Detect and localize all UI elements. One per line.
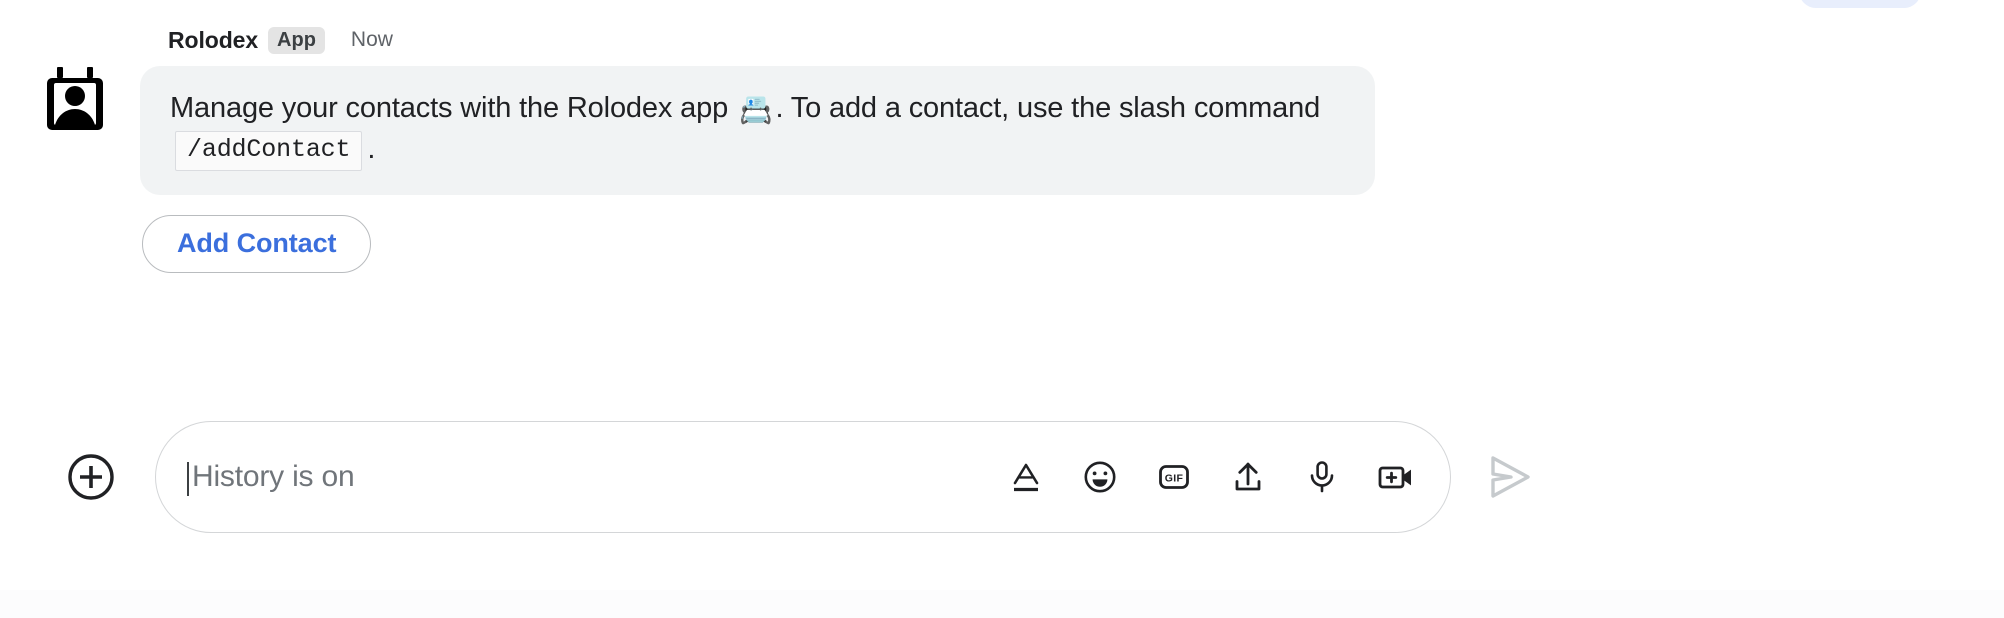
format-text-icon[interactable] [1006, 457, 1046, 497]
svg-text:GIF: GIF [1165, 472, 1184, 484]
emoji-icon[interactable] [1080, 457, 1120, 497]
message-text-part-1: Manage your contacts with the Rolodex ap… [170, 92, 736, 124]
composer-tool-icons: GIF [1006, 457, 1416, 497]
plus-circle-icon[interactable] [67, 453, 115, 501]
message-content: Rolodex App Now Manage your contacts wit… [140, 22, 1440, 273]
top-right-partial-chip [1799, 0, 1921, 8]
microphone-icon[interactable] [1302, 457, 1342, 497]
message-text-part-3: . [367, 133, 376, 166]
send-arrow-icon[interactable] [1481, 449, 1537, 505]
gif-icon[interactable]: GIF [1154, 457, 1194, 497]
message-header: Rolodex App Now [140, 22, 1440, 58]
message-input-placeholder: History is on [192, 460, 355, 493]
bottom-divider-strip [0, 590, 2004, 618]
add-contact-button[interactable]: Add Contact [142, 214, 372, 273]
message-bubble: Manage your contacts with the Rolodex ap… [140, 66, 1375, 195]
avatar [42, 65, 110, 133]
video-add-icon[interactable] [1376, 457, 1416, 497]
sender-name: Rolodex [168, 26, 259, 53]
message-text-part-2: . To add a contact, use the slash comman… [775, 92, 1321, 124]
app-badge: App [268, 26, 325, 54]
message-input-shell[interactable]: History is on GIF [155, 421, 1451, 533]
slash-command-code: /addContact [175, 131, 363, 171]
text-caret [187, 462, 189, 496]
message-actions: Add Contact [140, 214, 1440, 273]
upload-icon[interactable] [1228, 457, 1268, 497]
message-text: Manage your contacts with the Rolodex ap… [170, 88, 1345, 171]
message-composer: History is on GIF [0, 412, 2004, 542]
card-index-emoji: 📇 [738, 95, 773, 125]
message-timestamp: Now [350, 28, 393, 51]
